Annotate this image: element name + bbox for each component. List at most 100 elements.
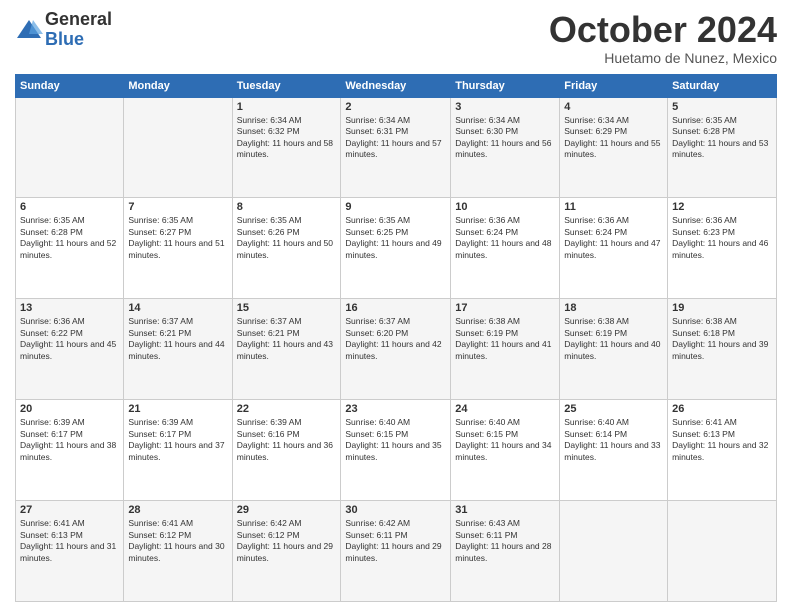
day-info: Sunrise: 6:41 AM Sunset: 6:13 PM Dayligh…: [672, 417, 772, 463]
day-info: Sunrise: 6:35 AM Sunset: 6:26 PM Dayligh…: [237, 215, 337, 261]
month-title: October 2024: [549, 10, 777, 50]
calendar-cell: 27 Sunrise: 6:41 AM Sunset: 6:13 PM Dayli…: [16, 501, 124, 602]
calendar-cell: 26 Sunrise: 6:41 AM Sunset: 6:13 PM Dayli…: [668, 400, 777, 501]
days-header-row: SundayMondayTuesdayWednesdayThursdayFrid…: [16, 74, 777, 97]
day-info: Sunrise: 6:34 AM Sunset: 6:29 PM Dayligh…: [564, 115, 663, 161]
day-number: 23: [345, 403, 446, 415]
day-number: 22: [237, 403, 337, 415]
day-number: 31: [455, 504, 555, 516]
calendar-cell: 30 Sunrise: 6:42 AM Sunset: 6:11 PM Dayli…: [341, 501, 451, 602]
day-number: 21: [128, 403, 227, 415]
day-number: 29: [237, 504, 337, 516]
day-number: 7: [128, 201, 227, 213]
day-number: 11: [564, 201, 663, 213]
calendar-cell: 16 Sunrise: 6:37 AM Sunset: 6:20 PM Dayli…: [341, 299, 451, 400]
day-info: Sunrise: 6:35 AM Sunset: 6:28 PM Dayligh…: [672, 115, 772, 161]
calendar-cell: 5 Sunrise: 6:35 AM Sunset: 6:28 PM Daylig…: [668, 97, 777, 198]
day-number: 26: [672, 403, 772, 415]
day-number: 8: [237, 201, 337, 213]
calendar-cell: 10Sunrise: 6:36 AM Sunset: 6:24 PM Dayli…: [451, 198, 560, 299]
calendar-cell: 1 Sunrise: 6:34 AM Sunset: 6:32 PM Daylig…: [232, 97, 341, 198]
calendar-cell: [668, 501, 777, 602]
header: General Blue October 2024 Huetamo de Nun…: [15, 10, 777, 66]
day-header-tuesday: Tuesday: [232, 74, 341, 97]
day-number: 9: [345, 201, 446, 213]
day-header-saturday: Saturday: [668, 74, 777, 97]
calendar-cell: 4 Sunrise: 6:34 AM Sunset: 6:29 PM Daylig…: [560, 97, 668, 198]
calendar-cell: [16, 97, 124, 198]
day-info: Sunrise: 6:39 AM Sunset: 6:17 PM Dayligh…: [128, 417, 227, 463]
calendar-cell: 15Sunrise: 6:37 AM Sunset: 6:21 PM Dayli…: [232, 299, 341, 400]
day-number: 4: [564, 101, 663, 113]
day-info: Sunrise: 6:36 AM Sunset: 6:24 PM Dayligh…: [455, 215, 555, 261]
calendar-cell: [124, 97, 232, 198]
title-block: October 2024 Huetamo de Nunez, Mexico: [549, 10, 777, 66]
calendar-cell: 13Sunrise: 6:36 AM Sunset: 6:22 PM Dayli…: [16, 299, 124, 400]
week-row-1: 6 Sunrise: 6:35 AM Sunset: 6:28 PM Daylig…: [16, 198, 777, 299]
day-number: 12: [672, 201, 772, 213]
calendar-cell: 18Sunrise: 6:38 AM Sunset: 6:19 PM Dayli…: [560, 299, 668, 400]
week-row-0: 1 Sunrise: 6:34 AM Sunset: 6:32 PM Daylig…: [16, 97, 777, 198]
day-info: Sunrise: 6:37 AM Sunset: 6:21 PM Dayligh…: [237, 316, 337, 362]
calendar-cell: 19 Sunrise: 6:38 AM Sunset: 6:18 PM Dayli…: [668, 299, 777, 400]
calendar-cell: 9 Sunrise: 6:35 AM Sunset: 6:25 PM Daylig…: [341, 198, 451, 299]
day-number: 24: [455, 403, 555, 415]
calendar-cell: 24 Sunrise: 6:40 AM Sunset: 6:15 PM Dayli…: [451, 400, 560, 501]
calendar-cell: 12Sunrise: 6:36 AM Sunset: 6:23 PM Dayli…: [668, 198, 777, 299]
week-row-2: 13Sunrise: 6:36 AM Sunset: 6:22 PM Dayli…: [16, 299, 777, 400]
day-info: Sunrise: 6:34 AM Sunset: 6:31 PM Dayligh…: [345, 115, 446, 161]
day-number: 6: [20, 201, 119, 213]
day-number: 25: [564, 403, 663, 415]
calendar-cell: 23 Sunrise: 6:40 AM Sunset: 6:15 PM Dayli…: [341, 400, 451, 501]
logo: General Blue: [15, 10, 112, 50]
day-info: Sunrise: 6:39 AM Sunset: 6:16 PM Dayligh…: [237, 417, 337, 463]
calendar-cell: 29 Sunrise: 6:42 AM Sunset: 6:12 PM Dayli…: [232, 501, 341, 602]
day-info: Sunrise: 6:42 AM Sunset: 6:11 PM Dayligh…: [345, 518, 446, 564]
day-header-friday: Friday: [560, 74, 668, 97]
calendar-cell: 11 Sunrise: 6:36 AM Sunset: 6:24 PM Dayli…: [560, 198, 668, 299]
day-number: 16: [345, 302, 446, 314]
location: Huetamo de Nunez, Mexico: [549, 50, 777, 66]
day-info: Sunrise: 6:40 AM Sunset: 6:15 PM Dayligh…: [345, 417, 446, 463]
calendar-cell: 21 Sunrise: 6:39 AM Sunset: 6:17 PM Dayli…: [124, 400, 232, 501]
day-info: Sunrise: 6:38 AM Sunset: 6:19 PM Dayligh…: [455, 316, 555, 362]
day-number: 27: [20, 504, 119, 516]
day-number: 30: [345, 504, 446, 516]
week-row-3: 20Sunrise: 6:39 AM Sunset: 6:17 PM Dayli…: [16, 400, 777, 501]
calendar-cell: 8 Sunrise: 6:35 AM Sunset: 6:26 PM Daylig…: [232, 198, 341, 299]
day-number: 3: [455, 101, 555, 113]
page: General Blue October 2024 Huetamo de Nun…: [0, 0, 792, 612]
calendar-cell: 25 Sunrise: 6:40 AM Sunset: 6:14 PM Dayli…: [560, 400, 668, 501]
calendar-cell: [560, 501, 668, 602]
day-info: Sunrise: 6:38 AM Sunset: 6:18 PM Dayligh…: [672, 316, 772, 362]
day-info: Sunrise: 6:41 AM Sunset: 6:12 PM Dayligh…: [128, 518, 227, 564]
day-header-thursday: Thursday: [451, 74, 560, 97]
day-header-wednesday: Wednesday: [341, 74, 451, 97]
day-info: Sunrise: 6:37 AM Sunset: 6:20 PM Dayligh…: [345, 316, 446, 362]
day-number: 1: [237, 101, 337, 113]
day-info: Sunrise: 6:41 AM Sunset: 6:13 PM Dayligh…: [20, 518, 119, 564]
day-info: Sunrise: 6:34 AM Sunset: 6:30 PM Dayligh…: [455, 115, 555, 161]
day-info: Sunrise: 6:35 AM Sunset: 6:28 PM Dayligh…: [20, 215, 119, 261]
logo-text: General Blue: [45, 10, 112, 50]
calendar-cell: 3 Sunrise: 6:34 AM Sunset: 6:30 PM Daylig…: [451, 97, 560, 198]
day-header-sunday: Sunday: [16, 74, 124, 97]
day-info: Sunrise: 6:34 AM Sunset: 6:32 PM Dayligh…: [237, 115, 337, 161]
calendar-cell: 22 Sunrise: 6:39 AM Sunset: 6:16 PM Dayli…: [232, 400, 341, 501]
day-number: 5: [672, 101, 772, 113]
calendar-cell: 7Sunrise: 6:35 AM Sunset: 6:27 PM Daylig…: [124, 198, 232, 299]
day-number: 19: [672, 302, 772, 314]
day-number: 13: [20, 302, 119, 314]
day-number: 2: [345, 101, 446, 113]
day-number: 17: [455, 302, 555, 314]
day-info: Sunrise: 6:39 AM Sunset: 6:17 PM Dayligh…: [20, 417, 119, 463]
day-info: Sunrise: 6:40 AM Sunset: 6:15 PM Dayligh…: [455, 417, 555, 463]
week-row-4: 27 Sunrise: 6:41 AM Sunset: 6:13 PM Dayli…: [16, 501, 777, 602]
logo-icon: [15, 16, 43, 44]
day-info: Sunrise: 6:40 AM Sunset: 6:14 PM Dayligh…: [564, 417, 663, 463]
day-info: Sunrise: 6:42 AM Sunset: 6:12 PM Dayligh…: [237, 518, 337, 564]
day-number: 14: [128, 302, 227, 314]
day-info: Sunrise: 6:36 AM Sunset: 6:24 PM Dayligh…: [564, 215, 663, 261]
calendar-cell: 6 Sunrise: 6:35 AM Sunset: 6:28 PM Daylig…: [16, 198, 124, 299]
day-info: Sunrise: 6:35 AM Sunset: 6:25 PM Dayligh…: [345, 215, 446, 261]
